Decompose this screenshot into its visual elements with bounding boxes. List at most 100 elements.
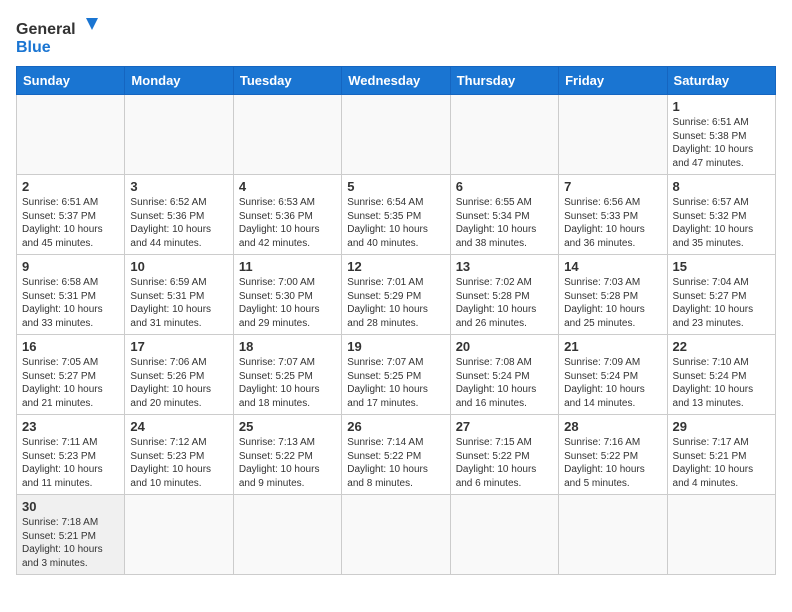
calendar-cell: 3 Sunrise: 6:52 AM Sunset: 5:36 PM Daylig… bbox=[125, 175, 233, 255]
calendar-cell: 5 Sunrise: 6:54 AM Sunset: 5:35 PM Daylig… bbox=[342, 175, 450, 255]
day-number: 29 bbox=[673, 419, 770, 434]
day-header-monday: Monday bbox=[125, 67, 233, 95]
calendar-cell: 13 Sunrise: 7:02 AM Sunset: 5:28 PM Dayli… bbox=[450, 255, 558, 335]
calendar-cell: 25Sunrise: 7:13 AM Sunset: 5:22 PM Dayli… bbox=[233, 415, 341, 495]
calendar-cell: 22 Sunrise: 7:10 AM Sunset: 5:24 PM Dayli… bbox=[667, 335, 775, 415]
day-number: 21 bbox=[564, 339, 661, 354]
day-number: 8 bbox=[673, 179, 770, 194]
day-info: Sunrise: 7:12 AM Sunset: 5:23 PM Dayligh… bbox=[130, 436, 227, 490]
day-info: Sunrise: 7:03 AM Sunset: 5:28 PM Dayligh… bbox=[564, 276, 661, 330]
day-info: Sunrise: 7:09 AM Sunset: 5:24 PM Dayligh… bbox=[564, 356, 661, 410]
day-number: 20 bbox=[456, 339, 553, 354]
day-info: Sunrise: 6:54 AM Sunset: 5:35 PM Dayligh… bbox=[347, 196, 444, 250]
day-number: 25 bbox=[239, 419, 336, 434]
day-info: Sunrise: 7:10 AM Sunset: 5:24 PM Dayligh… bbox=[673, 356, 770, 410]
day-number: 10 bbox=[130, 259, 227, 274]
calendar-cell: 6 Sunrise: 6:55 AM Sunset: 5:34 PM Daylig… bbox=[450, 175, 558, 255]
calendar-cell bbox=[450, 495, 558, 575]
calendar-week-3: 9 Sunrise: 6:58 AM Sunset: 5:31 PM Daylig… bbox=[17, 255, 776, 335]
day-header-wednesday: Wednesday bbox=[342, 67, 450, 95]
day-info: Sunrise: 6:59 AM Sunset: 5:31 PM Dayligh… bbox=[130, 276, 227, 330]
day-number: 30 bbox=[22, 499, 119, 514]
calendar-cell: 11 Sunrise: 7:00 AM Sunset: 5:30 PM Dayli… bbox=[233, 255, 341, 335]
day-header-saturday: Saturday bbox=[667, 67, 775, 95]
day-info: Sunrise: 7:07 AM Sunset: 5:25 PM Dayligh… bbox=[347, 356, 444, 410]
calendar-cell: 23 Sunrise: 7:11 AM Sunset: 5:23 PM Dayli… bbox=[17, 415, 125, 495]
day-number: 26 bbox=[347, 419, 444, 434]
day-info: Sunrise: 7:07 AM Sunset: 5:25 PM Dayligh… bbox=[239, 356, 336, 410]
day-info: Sunrise: 7:11 AM Sunset: 5:23 PM Dayligh… bbox=[22, 436, 119, 490]
calendar-cell: 29 Sunrise: 7:17 AM Sunset: 5:21 PM Dayli… bbox=[667, 415, 775, 495]
calendar-cell: 16Sunrise: 7:05 AM Sunset: 5:27 PM Dayli… bbox=[17, 335, 125, 415]
day-number: 6 bbox=[456, 179, 553, 194]
calendar-cell: 4 Sunrise: 6:53 AM Sunset: 5:36 PM Daylig… bbox=[233, 175, 341, 255]
day-info: Sunrise: 7:06 AM Sunset: 5:26 PM Dayligh… bbox=[130, 356, 227, 410]
calendar-cell: 18 Sunrise: 7:07 AM Sunset: 5:25 PM Dayli… bbox=[233, 335, 341, 415]
day-number: 13 bbox=[456, 259, 553, 274]
calendar-cell: 17Sunrise: 7:06 AM Sunset: 5:26 PM Dayli… bbox=[125, 335, 233, 415]
svg-text:Blue: Blue bbox=[16, 39, 51, 56]
day-number: 18 bbox=[239, 339, 336, 354]
day-info: Sunrise: 6:57 AM Sunset: 5:32 PM Dayligh… bbox=[673, 196, 770, 250]
day-number: 19 bbox=[347, 339, 444, 354]
day-number: 28 bbox=[564, 419, 661, 434]
calendar-cell bbox=[17, 95, 125, 175]
day-info: Sunrise: 6:55 AM Sunset: 5:34 PM Dayligh… bbox=[456, 196, 553, 250]
calendar-cell bbox=[233, 95, 341, 175]
day-header-tuesday: Tuesday bbox=[233, 67, 341, 95]
calendar-cell: 27Sunrise: 7:15 AM Sunset: 5:22 PM Dayli… bbox=[450, 415, 558, 495]
calendar-cell: 24 Sunrise: 7:12 AM Sunset: 5:23 PM Dayli… bbox=[125, 415, 233, 495]
day-number: 7 bbox=[564, 179, 661, 194]
day-info: Sunrise: 7:04 AM Sunset: 5:27 PM Dayligh… bbox=[673, 276, 770, 330]
calendar-week-4: 16Sunrise: 7:05 AM Sunset: 5:27 PM Dayli… bbox=[17, 335, 776, 415]
calendar-cell: 1 Sunrise: 6:51 AM Sunset: 5:38 PM Daylig… bbox=[667, 95, 775, 175]
day-info: Sunrise: 6:58 AM Sunset: 5:31 PM Dayligh… bbox=[22, 276, 119, 330]
day-header-thursday: Thursday bbox=[450, 67, 558, 95]
day-header-friday: Friday bbox=[559, 67, 667, 95]
logo: GeneralBlue bbox=[16, 16, 106, 58]
day-info: Sunrise: 7:00 AM Sunset: 5:30 PM Dayligh… bbox=[239, 276, 336, 330]
calendar-cell: 12Sunrise: 7:01 AM Sunset: 5:29 PM Dayli… bbox=[342, 255, 450, 335]
day-info: Sunrise: 6:52 AM Sunset: 5:36 PM Dayligh… bbox=[130, 196, 227, 250]
day-info: Sunrise: 7:02 AM Sunset: 5:28 PM Dayligh… bbox=[456, 276, 553, 330]
day-number: 12 bbox=[347, 259, 444, 274]
day-number: 24 bbox=[130, 419, 227, 434]
calendar-cell bbox=[559, 495, 667, 575]
calendar-week-6: 30Sunrise: 7:18 AM Sunset: 5:21 PM Dayli… bbox=[17, 495, 776, 575]
day-number: 9 bbox=[22, 259, 119, 274]
calendar-week-2: 2 Sunrise: 6:51 AM Sunset: 5:37 PM Daylig… bbox=[17, 175, 776, 255]
calendar-cell: 26Sunrise: 7:14 AM Sunset: 5:22 PM Dayli… bbox=[342, 415, 450, 495]
calendar-cell bbox=[125, 95, 233, 175]
calendar-week-5: 23 Sunrise: 7:11 AM Sunset: 5:23 PM Dayli… bbox=[17, 415, 776, 495]
day-number: 2 bbox=[22, 179, 119, 194]
calendar-cell bbox=[125, 495, 233, 575]
day-number: 11 bbox=[239, 259, 336, 274]
svg-text:General: General bbox=[16, 21, 76, 38]
day-info: Sunrise: 7:17 AM Sunset: 5:21 PM Dayligh… bbox=[673, 436, 770, 490]
day-header-sunday: Sunday bbox=[17, 67, 125, 95]
calendar-header-row: SundayMondayTuesdayWednesdayThursdayFrid… bbox=[17, 67, 776, 95]
day-info: Sunrise: 6:53 AM Sunset: 5:36 PM Dayligh… bbox=[239, 196, 336, 250]
day-info: Sunrise: 6:51 AM Sunset: 5:38 PM Dayligh… bbox=[673, 116, 770, 170]
calendar-cell: 19 Sunrise: 7:07 AM Sunset: 5:25 PM Dayli… bbox=[342, 335, 450, 415]
calendar-cell: 10 Sunrise: 6:59 AM Sunset: 5:31 PM Dayli… bbox=[125, 255, 233, 335]
calendar-table: SundayMondayTuesdayWednesdayThursdayFrid… bbox=[16, 66, 776, 575]
calendar-cell: 20Sunrise: 7:08 AM Sunset: 5:24 PM Dayli… bbox=[450, 335, 558, 415]
calendar-cell bbox=[342, 95, 450, 175]
day-number: 5 bbox=[347, 179, 444, 194]
day-number: 16 bbox=[22, 339, 119, 354]
page-header: GeneralBlue bbox=[16, 16, 776, 58]
day-number: 3 bbox=[130, 179, 227, 194]
day-info: Sunrise: 6:51 AM Sunset: 5:37 PM Dayligh… bbox=[22, 196, 119, 250]
calendar-cell: 15Sunrise: 7:04 AM Sunset: 5:27 PM Dayli… bbox=[667, 255, 775, 335]
logo-svg: GeneralBlue bbox=[16, 16, 106, 58]
day-info: Sunrise: 6:56 AM Sunset: 5:33 PM Dayligh… bbox=[564, 196, 661, 250]
day-number: 22 bbox=[673, 339, 770, 354]
calendar-cell: 7 Sunrise: 6:56 AM Sunset: 5:33 PM Daylig… bbox=[559, 175, 667, 255]
calendar-cell: 8 Sunrise: 6:57 AM Sunset: 5:32 PM Daylig… bbox=[667, 175, 775, 255]
calendar-cell bbox=[233, 495, 341, 575]
day-number: 1 bbox=[673, 99, 770, 114]
day-number: 4 bbox=[239, 179, 336, 194]
day-number: 23 bbox=[22, 419, 119, 434]
calendar-cell bbox=[450, 95, 558, 175]
